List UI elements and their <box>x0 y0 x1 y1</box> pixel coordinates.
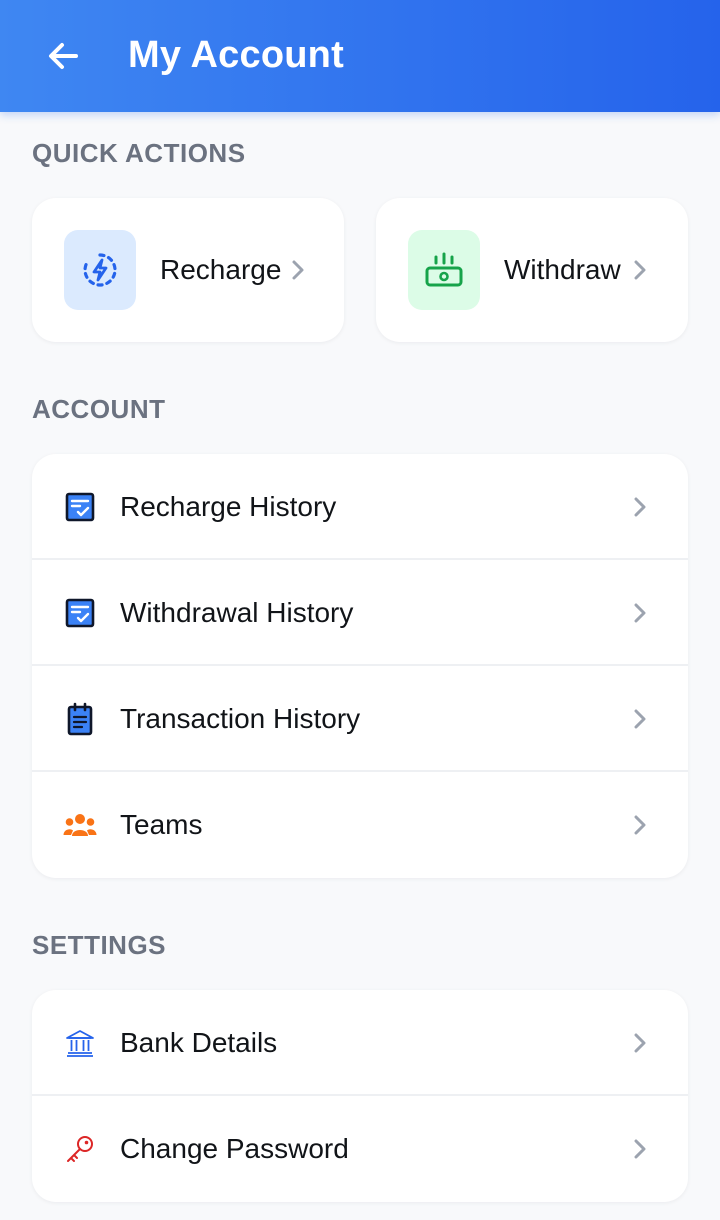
chevron-right-icon <box>630 256 650 284</box>
withdraw-card[interactable]: Withdraw <box>376 198 688 342</box>
section-label-quick-actions: QUICK ACTIONS <box>32 138 246 168</box>
chevron-right-icon <box>630 705 650 733</box>
change-password-item[interactable]: Change Password <box>32 1096 688 1202</box>
withdraw-label: Withdraw <box>504 254 621 285</box>
withdrawal-history-label: Withdrawal History <box>120 597 354 628</box>
recharge-history-item[interactable]: Recharge History <box>32 454 688 560</box>
key-icon <box>62 1131 98 1167</box>
recharge-icon-box <box>64 230 136 310</box>
checklist-icon <box>62 489 98 525</box>
change-password-label: Change Password <box>120 1133 349 1164</box>
bank-details-item[interactable]: Bank Details <box>32 990 688 1096</box>
withdraw-icon-box <box>408 230 480 310</box>
recharge-bolt-icon <box>83 253 117 287</box>
section-label-settings: SETTINGS <box>32 930 167 960</box>
chevron-right-icon <box>630 1029 650 1057</box>
team-icon <box>62 807 98 843</box>
page-title: My Account <box>128 34 344 76</box>
chevron-right-icon <box>630 493 650 521</box>
cash-withdraw-icon <box>425 252 463 287</box>
transaction-history-label: Transaction History <box>120 703 361 734</box>
bank-icon <box>62 1025 98 1061</box>
checklist-icon <box>62 595 98 631</box>
settings-list: Bank Details Change Password <box>32 990 688 1202</box>
teams-label: Teams <box>120 809 203 840</box>
chevron-right-icon <box>288 256 308 284</box>
recharge-card[interactable]: Recharge <box>32 198 344 342</box>
recharge-label: Recharge <box>160 254 282 285</box>
account-list: Recharge History Withdrawal History Tran… <box>32 454 688 878</box>
arrow-left-icon <box>49 43 78 69</box>
bank-details-label: Bank Details <box>120 1027 278 1058</box>
app-header: My Account <box>0 0 720 112</box>
chevron-right-icon <box>630 599 650 627</box>
section-label-account: ACCOUNT <box>32 394 166 424</box>
back-button[interactable] <box>36 30 92 82</box>
withdrawal-history-item[interactable]: Withdrawal History <box>32 560 688 666</box>
chevron-right-icon <box>630 1135 650 1163</box>
transaction-history-item[interactable]: Transaction History <box>32 666 688 772</box>
chevron-right-icon <box>630 811 650 839</box>
teams-item[interactable]: Teams <box>32 772 688 878</box>
clipboard-icon <box>62 701 98 737</box>
recharge-history-label: Recharge History <box>120 491 337 522</box>
